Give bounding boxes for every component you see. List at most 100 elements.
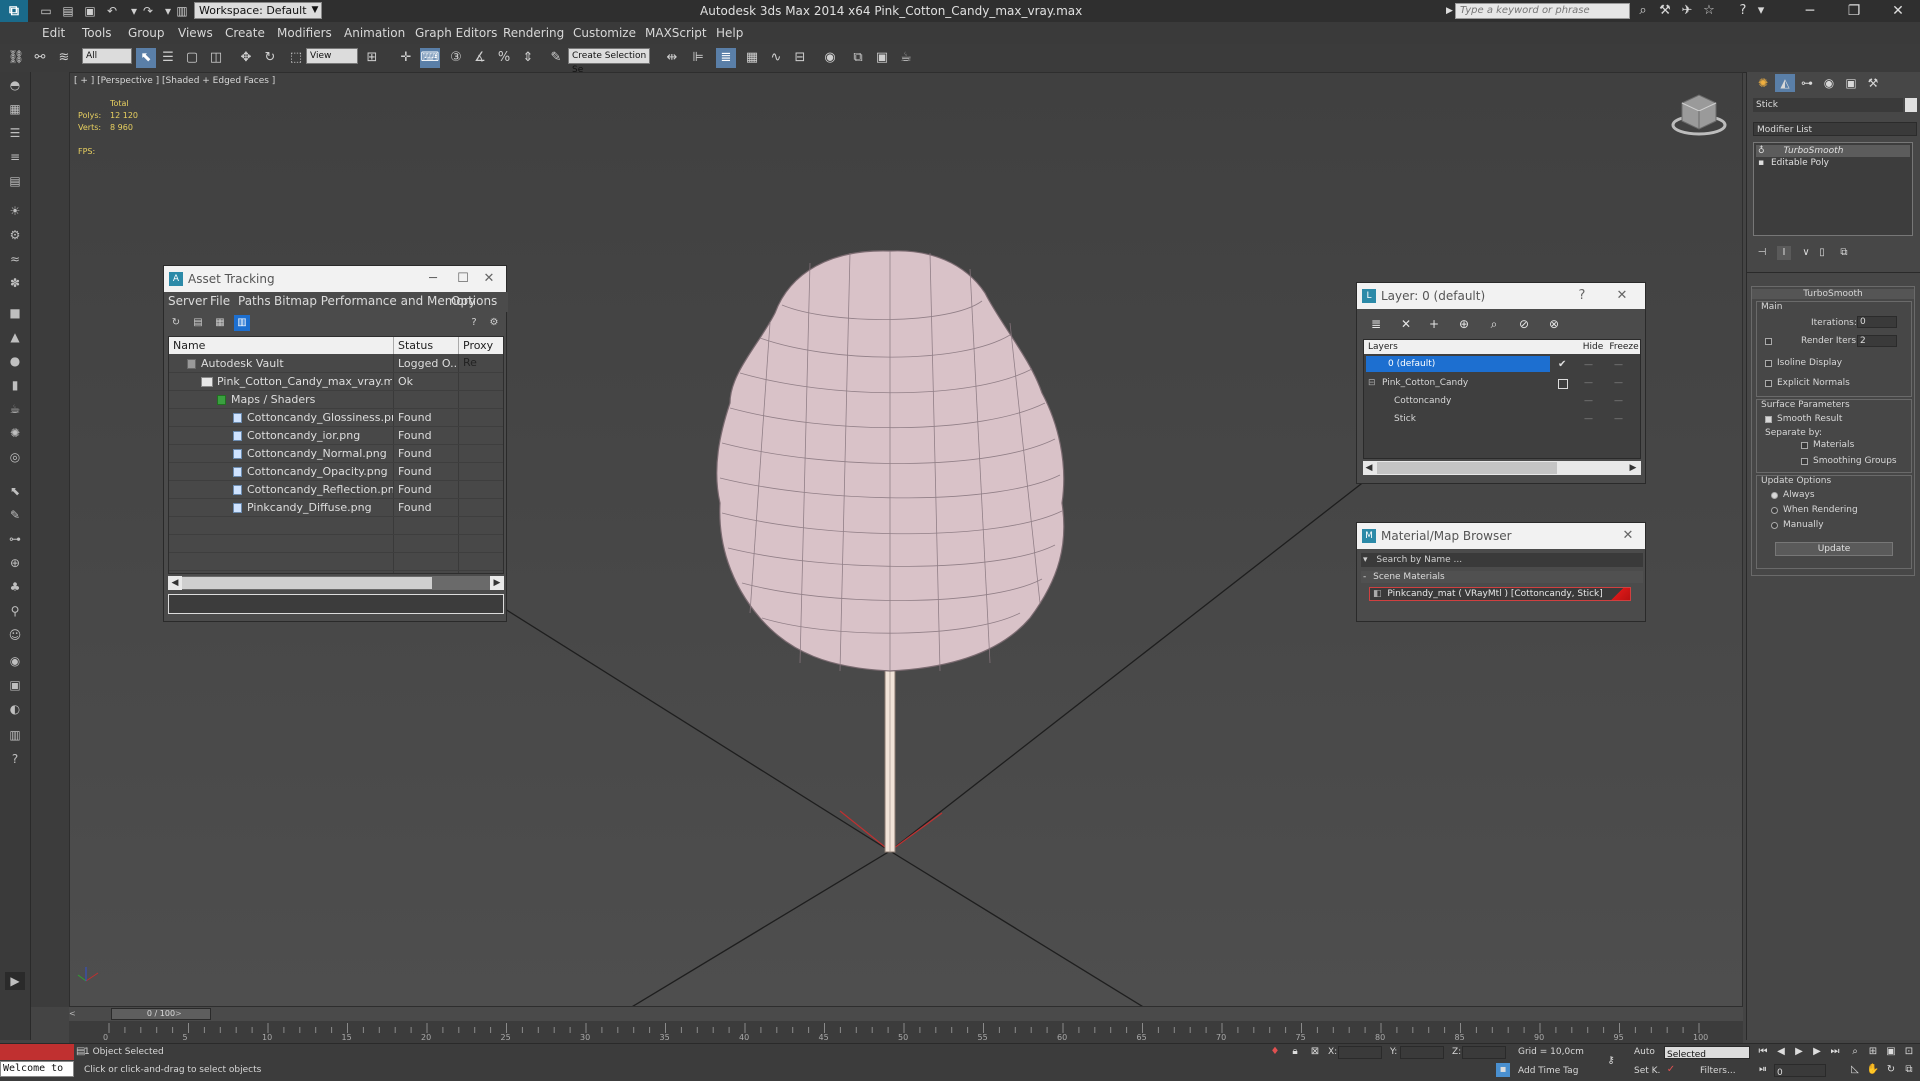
key-filters-button[interactable]: Filters... <box>1700 1066 1736 1076</box>
asset-path-field[interactable] <box>168 594 504 614</box>
sphere-primitive-icon[interactable]: ● <box>5 352 25 370</box>
table-row[interactable]: Cottoncandy_Glossiness.png Found <box>169 409 503 427</box>
search-expand-icon[interactable]: ▶ <box>1446 3 1455 19</box>
stack-item-editable-poly[interactable]: ▪ Editable Poly <box>1756 157 1910 169</box>
pin-stack-icon[interactable]: ⊣ <box>1755 246 1769 260</box>
menu-graph-editors[interactable]: Graph Editors <box>415 22 497 44</box>
delete-layer-icon[interactable]: ✕ <box>1397 315 1415 333</box>
scroll-right-icon[interactable]: ▶ <box>1627 461 1639 475</box>
viewport-layout-icon[interactable]: ▦ <box>5 100 25 118</box>
bind-spacewarp-icon[interactable]: ≋ <box>54 48 74 68</box>
scroll-thumb[interactable] <box>182 577 432 589</box>
always-radio[interactable] <box>1771 492 1778 499</box>
refresh-icon[interactable]: ↻ <box>168 315 184 331</box>
create-geometry-icon[interactable]: ◓ <box>5 76 25 94</box>
undo-icon[interactable]: ↶ <box>104 3 120 19</box>
spacewarps-icon[interactable]: ≈ <box>5 250 25 268</box>
scene-explorer-icon[interactable]: ☰ <box>5 124 25 142</box>
edit-named-selection-icon[interactable]: ✎ <box>546 48 566 68</box>
column-header-status[interactable]: Status <box>394 337 459 354</box>
minimize-icon[interactable]: ─ <box>1788 0 1832 22</box>
pan-icon[interactable]: ✋ <box>1866 1063 1880 1077</box>
maxscript-listener-mini[interactable] <box>0 1044 74 1060</box>
render-production-icon[interactable]: ☕ <box>896 48 916 68</box>
mirror-icon[interactable]: ⇹ <box>662 48 682 68</box>
rectangular-selection-icon[interactable]: ▢ <box>182 48 202 68</box>
material-browser-titlebar[interactable]: M Material/Map Browser ✕ <box>1357 523 1645 549</box>
favorites-icon[interactable]: ☆ <box>1700 2 1718 20</box>
zoom-icon[interactable]: ⌕ <box>1848 1045 1862 1059</box>
render-setup-icon[interactable]: ⧉ <box>848 48 868 68</box>
paint-tool-icon[interactable]: ✎ <box>5 506 25 524</box>
expand-icon[interactable]: ⊟ <box>1368 374 1376 392</box>
communication-center-icon[interactable]: ✈ <box>1678 2 1696 20</box>
layer-manager-icon[interactable]: ≣ <box>1367 315 1385 333</box>
box-primitive-icon[interactable]: ■ <box>5 304 25 322</box>
rotate-icon[interactable]: ↻ <box>260 48 280 68</box>
spinner-snap-icon[interactable]: ⇕ <box>518 48 538 68</box>
help-dropdown-icon[interactable]: ▾ <box>1752 2 1770 20</box>
smoothing-groups-checkbox[interactable] <box>1801 458 1808 465</box>
material-tool-icon[interactable]: ◉ <box>5 652 25 670</box>
set-active-box[interactable] <box>1558 379 1568 389</box>
key-icon[interactable]: ✓ <box>1664 1063 1678 1077</box>
zoom-extents-icon[interactable]: ▣ <box>1884 1045 1898 1059</box>
table-row[interactable]: Cottoncandy_ior.png Found <box>169 427 503 445</box>
show-end-result-icon[interactable]: Ⅰ <box>1777 246 1791 260</box>
angle-snap-icon[interactable]: ∡ <box>470 48 490 68</box>
hide-toggle[interactable]: — <box>1584 374 1593 392</box>
new-file-icon[interactable]: ▭ <box>38 3 54 19</box>
menu-tools[interactable]: Tools <box>82 22 112 44</box>
asset-horizontal-scrollbar[interactable]: ◀ ▶ <box>168 576 504 590</box>
minimize-icon[interactable]: ─ <box>420 266 446 292</box>
sun-icon[interactable]: ✺ <box>5 424 25 442</box>
teapot-primitive-icon[interactable]: ☕ <box>5 400 25 418</box>
time-tag-icon[interactable]: ▪ <box>1496 1063 1510 1077</box>
orbit-icon[interactable]: ↻ <box>1884 1063 1898 1077</box>
selection-filter-dropdown[interactable]: All <box>82 48 132 64</box>
rendered-frame-window-icon[interactable]: ▣ <box>872 48 892 68</box>
layer-explorer-icon[interactable]: ≡ <box>5 148 25 166</box>
remove-modifier-icon[interactable]: ▯ <box>1815 246 1829 260</box>
modify-tab-icon[interactable]: ◭ <box>1775 74 1795 92</box>
asset-menu-bitmap-performance[interactable]: Bitmap Performance and Memory <box>274 294 476 308</box>
manually-radio[interactable] <box>1771 522 1778 529</box>
material-item-pinkcandy[interactable]: ◧ Pinkcandy_mat ( VRayMtl ) [Cottoncandy… <box>1369 587 1631 601</box>
hierarchy-tool-icon[interactable]: ⊶ <box>5 530 25 548</box>
zoom-all-icon[interactable]: ⊞ <box>1866 1045 1880 1059</box>
app-logo-icon[interactable]: ⧉ <box>0 0 28 22</box>
scene-materials-group[interactable]: - Scene Materials <box>1361 571 1643 583</box>
hide-toggle[interactable]: — <box>1584 356 1593 374</box>
explicit-normals-checkbox[interactable] <box>1765 380 1772 387</box>
utilities-tab-icon[interactable]: ⚒ <box>1863 74 1883 92</box>
freeze-toggle[interactable]: — <box>1614 374 1623 392</box>
smooth-result-checkbox[interactable] <box>1765 416 1772 423</box>
cone-primitive-icon[interactable]: ▲ <box>5 328 25 346</box>
maximize-icon[interactable]: ☐ <box>450 266 476 292</box>
time-slider-thumb[interactable]: 0 / 100 <box>111 1008 211 1020</box>
table-row[interactable]: Cottoncandy_Normal.png Found <box>169 445 503 463</box>
search-input[interactable]: Type a keyword or phrase <box>1455 3 1630 19</box>
table-view-icon[interactable]: ▥ <box>234 315 250 331</box>
column-header-proxy[interactable]: Proxy Re <box>459 337 503 369</box>
table-row[interactable]: Cottoncandy_Opacity.png Found <box>169 463 503 481</box>
play-icon[interactable]: ▶ <box>1792 1045 1806 1059</box>
time-slider[interactable]: < 0 / 100 > <box>69 1007 1743 1021</box>
field-of-view-icon[interactable]: ◺ <box>1848 1063 1862 1077</box>
iterations-spinner[interactable]: 0 <box>1857 316 1897 328</box>
hierarchy-tab-icon[interactable]: ⊶ <box>1797 74 1817 92</box>
zoom-extents-all-icon[interactable]: ⊡ <box>1902 1045 1916 1059</box>
selection-lock-icon[interactable]: 🔒︎ <box>1288 1045 1302 1059</box>
add-time-tag[interactable]: Add Time Tag <box>1518 1066 1578 1076</box>
character-tool-icon[interactable]: ☺ <box>5 626 25 644</box>
menu-animation[interactable]: Animation <box>344 22 405 44</box>
helpers-icon[interactable]: ⚙ <box>5 226 25 244</box>
bones-tool-icon[interactable]: ⚲ <box>5 602 25 620</box>
configure-modifier-sets-icon[interactable]: ⧉ <box>1837 246 1851 260</box>
keyboard-shortcut-override-icon[interactable]: ⌨ <box>420 48 440 68</box>
close-icon[interactable]: ✕ <box>1609 283 1635 309</box>
help-icon[interactable]: ? <box>1569 283 1595 309</box>
asset-tracking-titlebar[interactable]: A Asset Tracking ─ ☐ ✕ <box>164 266 506 292</box>
window-crossing-icon[interactable]: ◫ <box>206 48 226 68</box>
next-frame-icon[interactable]: ▶ <box>1810 1045 1824 1059</box>
